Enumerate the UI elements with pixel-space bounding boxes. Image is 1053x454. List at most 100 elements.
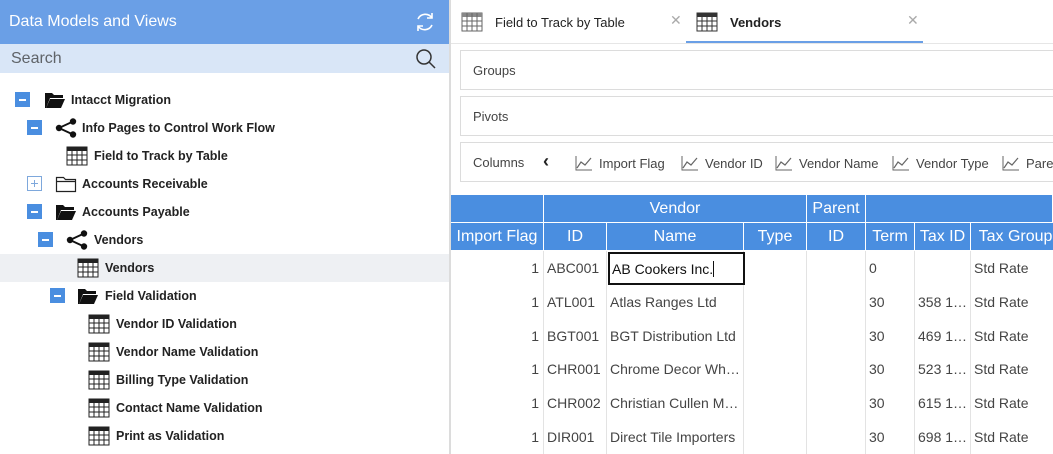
table-cell[interactable]: 1 bbox=[451, 251, 544, 285]
tree-item[interactable]: Billing Type Validation bbox=[0, 366, 449, 394]
table-cell[interactable]: 30 bbox=[866, 285, 915, 319]
tree-item[interactable]: Field Validation bbox=[0, 282, 449, 310]
table-cell[interactable] bbox=[744, 251, 807, 285]
column-header[interactable]: Import Flag bbox=[451, 223, 544, 251]
table-cell[interactable]: 615 1… bbox=[915, 386, 971, 420]
table-cell[interactable]: Std Rate bbox=[971, 420, 1053, 454]
expand-icon[interactable] bbox=[27, 176, 42, 191]
table-cell[interactable]: Std Rate bbox=[971, 251, 1053, 285]
table-cell[interactable]: Std Rate bbox=[971, 285, 1053, 319]
tree-item-label: Billing Type Validation bbox=[116, 373, 249, 387]
collapse-icon[interactable] bbox=[50, 288, 65, 303]
table-cell[interactable]: 358 1… bbox=[915, 285, 971, 319]
column-header[interactable]: Tax Group bbox=[971, 223, 1053, 251]
column-chip[interactable]: Vendor Name bbox=[775, 143, 879, 181]
table-cell[interactable]: 30 bbox=[866, 420, 915, 454]
grid-table-icon bbox=[88, 398, 110, 418]
columns-drop-zone[interactable]: Columns ‹ Import Flag Vendor ID Vendor Nam… bbox=[460, 142, 1053, 182]
table-cell[interactable]: BGT001 bbox=[544, 319, 607, 353]
table-cell[interactable]: Atlas Ranges Ltd bbox=[607, 285, 744, 319]
table-cell[interactable]: 469 1… bbox=[915, 319, 971, 353]
table-cell[interactable] bbox=[744, 285, 807, 319]
close-icon[interactable]: ✕ bbox=[670, 12, 682, 29]
table-cell[interactable]: 698 1… bbox=[915, 420, 971, 454]
table-cell[interactable]: 1 bbox=[451, 420, 544, 454]
tree-item[interactable]: Field to Track by Table bbox=[0, 142, 449, 170]
table-cell[interactable]: Std Rate bbox=[971, 319, 1053, 353]
table-cell[interactable]: Direct Tile Importers bbox=[607, 420, 744, 454]
table-cell[interactable]: 1 bbox=[451, 352, 544, 386]
search-icon[interactable] bbox=[415, 48, 437, 70]
chevron-left-icon[interactable]: ‹ bbox=[543, 151, 549, 172]
column-header[interactable]: Term bbox=[866, 223, 915, 251]
tree-item[interactable]: Accounts Payable bbox=[0, 198, 449, 226]
close-icon[interactable]: ✕ bbox=[907, 12, 919, 29]
table-cell[interactable]: 30 bbox=[866, 319, 915, 353]
line-chart-icon bbox=[775, 155, 799, 171]
tree-item[interactable]: Print as Validation bbox=[0, 422, 449, 450]
collapse-icon[interactable] bbox=[27, 120, 42, 135]
tab-vendors[interactable]: Vendors ✕ bbox=[696, 0, 923, 44]
table-cell[interactable]: 1 bbox=[451, 319, 544, 353]
table-cell[interactable] bbox=[807, 386, 866, 420]
table-cell[interactable] bbox=[807, 420, 866, 454]
table-cell[interactable] bbox=[744, 352, 807, 386]
column-header[interactable]: Type bbox=[744, 223, 807, 251]
table-cell[interactable] bbox=[807, 251, 866, 285]
tree-item[interactable]: Vendors bbox=[0, 226, 449, 254]
group-header-vendor[interactable]: Vendor bbox=[544, 195, 807, 223]
tree-item[interactable]: Intacct Migration bbox=[0, 86, 449, 114]
tree-item-label: Field Validation bbox=[105, 289, 197, 303]
table-cell[interactable] bbox=[807, 319, 866, 353]
table-cell[interactable]: 1 bbox=[451, 285, 544, 319]
tree-item[interactable]: Info Pages to Control Work Flow bbox=[0, 114, 449, 142]
table-cell[interactable] bbox=[807, 352, 866, 386]
group-header-parent[interactable]: Parent bbox=[807, 195, 866, 223]
column-header[interactable]: Name bbox=[607, 223, 744, 251]
column-header[interactable]: ID bbox=[544, 223, 607, 251]
table-cell[interactable] bbox=[915, 251, 971, 285]
collapse-icon[interactable] bbox=[38, 232, 53, 247]
line-chart-icon bbox=[681, 155, 705, 171]
collapse-icon[interactable] bbox=[15, 92, 30, 107]
tree-item[interactable]: Vendors bbox=[0, 254, 449, 282]
table-cell[interactable]: BGT Distribution Ltd bbox=[607, 319, 744, 353]
column-chip[interactable]: Vendor Type bbox=[892, 143, 989, 181]
table-cell[interactable]: 1 bbox=[451, 386, 544, 420]
table-cell[interactable]: ABC001 bbox=[544, 251, 607, 285]
tree-item[interactable]: Accounts Receivable bbox=[0, 170, 449, 198]
table-cell[interactable]: ATL001 bbox=[544, 285, 607, 319]
groups-label: Groups bbox=[473, 62, 516, 78]
tree-item[interactable]: Vendor ID Validation bbox=[0, 310, 449, 338]
table-cell[interactable]: CHR002 bbox=[544, 386, 607, 420]
search-input[interactable] bbox=[11, 49, 391, 68]
refresh-icon[interactable] bbox=[413, 10, 437, 34]
table-cell[interactable]: Christian Cullen M… bbox=[607, 386, 744, 420]
column-header[interactable]: ID bbox=[807, 223, 866, 251]
table-cell[interactable]: Std Rate bbox=[971, 352, 1053, 386]
table-cell[interactable]: 0 bbox=[866, 251, 915, 285]
groups-drop-zone[interactable]: Groups bbox=[460, 50, 1053, 90]
table-cell[interactable] bbox=[744, 420, 807, 454]
tree-item[interactable]: Vendor Name Validation bbox=[0, 338, 449, 366]
table-cell[interactable] bbox=[744, 386, 807, 420]
column-chip[interactable]: Parent bbox=[1002, 143, 1053, 181]
column-chip[interactable]: Import Flag bbox=[575, 143, 665, 181]
table-cell[interactable]: 30 bbox=[866, 352, 915, 386]
table-cell[interactable]: Std Rate bbox=[971, 386, 1053, 420]
pivots-drop-zone[interactable]: Pivots bbox=[460, 96, 1053, 136]
table-cell[interactable]: 523 1… bbox=[915, 352, 971, 386]
tab-field-to-track[interactable]: Field to Track by Table ✕ bbox=[461, 0, 686, 44]
table-cell[interactable]: Chrome Decor Wh… bbox=[607, 352, 744, 386]
table-cell[interactable] bbox=[744, 319, 807, 353]
collapse-icon[interactable] bbox=[27, 204, 42, 219]
folder-open-icon bbox=[44, 90, 66, 110]
tree-item[interactable]: Contact Name Validation bbox=[0, 394, 449, 422]
column-header[interactable]: Tax ID bbox=[915, 223, 971, 251]
column-chip[interactable]: Vendor ID bbox=[681, 143, 763, 181]
table-cell[interactable]: DIR001 bbox=[544, 420, 607, 454]
table-cell[interactable]: CHR001 bbox=[544, 352, 607, 386]
table-cell[interactable]: 30 bbox=[866, 386, 915, 420]
editing-cell-input[interactable]: AB Cookers Inc. bbox=[608, 252, 745, 285]
table-cell[interactable] bbox=[807, 285, 866, 319]
